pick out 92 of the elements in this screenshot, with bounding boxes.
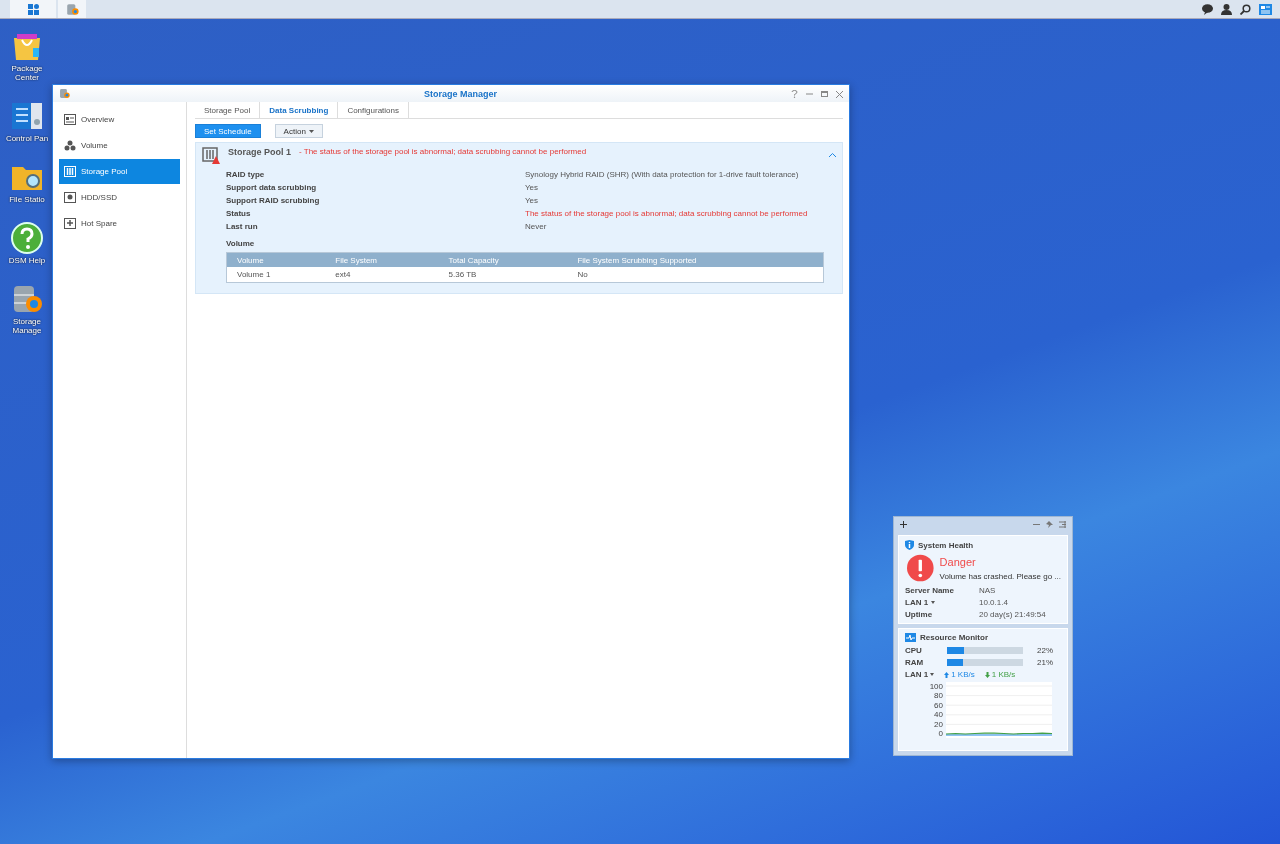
meter-reading: 21% xyxy=(1036,658,1054,667)
database-icon[interactable] xyxy=(11,283,43,315)
sidebar-item[interactable]: Overview xyxy=(59,107,180,132)
card-title: Resource Monitor xyxy=(920,633,988,642)
sidebar-item[interactable]: Volume xyxy=(59,133,180,158)
axis-tick-label: 80 xyxy=(933,691,943,701)
table-cell: 5.36 TB xyxy=(438,267,568,283)
info-value: 20 day(s) 21:49:54 xyxy=(979,610,1047,619)
pin-icon[interactable] xyxy=(1046,520,1053,528)
help-icon[interactable] xyxy=(11,222,43,254)
info-value: NAS xyxy=(979,586,997,595)
sidebar-item[interactable]: Hot Spare xyxy=(59,211,180,236)
property-value: Yes xyxy=(525,196,540,205)
hard-disk-icon xyxy=(64,192,76,203)
column-header: File System Scrubbing Supported xyxy=(567,252,824,267)
upload-speed: 1 KB/s xyxy=(951,670,975,679)
property-label: Support RAID scrubbing xyxy=(226,196,321,205)
chevron-up-icon[interactable] xyxy=(829,153,836,157)
desktop-icon-label[interactable]: Control Pan xyxy=(2,134,52,143)
taskbar-app-button[interactable] xyxy=(58,0,86,18)
add-icon[interactable] xyxy=(900,520,907,528)
drive-bays-icon xyxy=(64,166,76,177)
health-message: Volume has crashed. Please go ... xyxy=(939,571,1061,581)
maximize-icon[interactable] xyxy=(821,89,828,98)
window-title: Storage Manager xyxy=(423,88,498,99)
meter-label: CPU xyxy=(905,646,923,655)
upload-arrow-icon xyxy=(944,671,950,678)
action-button[interactable]: Action xyxy=(274,124,323,138)
meter-label: RAM xyxy=(905,658,925,667)
lan-label: LAN 1 xyxy=(905,670,929,679)
desktop-icon-label[interactable]: Package Center xyxy=(2,64,52,82)
sidebar-item[interactable]: HDD/SSD xyxy=(59,185,180,210)
property-label: Support data scrubbing xyxy=(226,183,318,192)
table-cell: No xyxy=(567,267,824,283)
caret-icon xyxy=(308,129,314,133)
alert-icon xyxy=(907,554,934,582)
control-panel-icon[interactable] xyxy=(11,100,43,132)
info-shield-icon xyxy=(905,540,914,550)
monitor-icon xyxy=(905,633,916,642)
table-cell: ext4 xyxy=(325,267,439,283)
info-label: Uptime xyxy=(905,610,933,619)
property-value: The status of the storage pool is abnormal; data scrubbing cannot be performed xyxy=(525,209,809,218)
column-header: File System xyxy=(325,252,439,267)
card-title: System Health xyxy=(918,540,974,550)
drive-bays-warning-icon xyxy=(202,147,220,164)
id-card-icon xyxy=(64,114,76,125)
table-cell: Volume 1 xyxy=(226,267,326,283)
axis-tick-label: 20 xyxy=(933,719,943,729)
caret-icon[interactable] xyxy=(930,673,935,676)
axis-tick-label: 60 xyxy=(933,700,943,710)
user-icon[interactable] xyxy=(1221,3,1232,15)
property-label: RAID type xyxy=(226,170,266,179)
close-icon[interactable] xyxy=(836,89,843,98)
column-header: Total Capacity xyxy=(438,252,568,267)
pool-name: Storage Pool 1 xyxy=(228,147,291,157)
tab[interactable]: Data Scrubbing xyxy=(260,102,339,118)
health-status: Danger xyxy=(939,555,977,568)
main-menu-button[interactable] xyxy=(10,0,56,18)
pool-warning: - The status of the storage pool is abnormal; data scrubbing cannot be performed xyxy=(299,147,587,156)
help-icon[interactable] xyxy=(791,89,798,98)
menu-icon[interactable] xyxy=(1059,520,1066,528)
section-heading: Volume xyxy=(226,239,256,248)
cubes-icon xyxy=(64,140,76,151)
plus-box-icon xyxy=(64,218,76,229)
axis-tick-label: 40 xyxy=(933,710,943,720)
caret-icon xyxy=(931,601,936,604)
property-value: Yes xyxy=(525,183,540,192)
meter-reading: 22% xyxy=(1036,646,1054,655)
desktop-icon-label[interactable]: File Statio xyxy=(2,195,52,204)
axis-tick-label: 0 xyxy=(937,728,943,738)
property-label: Status xyxy=(226,209,252,218)
column-header: Volume xyxy=(226,252,326,267)
property-value: Synology Hybrid RAID (SHR) (With data protection for 1-drive fault tolerance) xyxy=(525,170,800,179)
database-icon xyxy=(59,88,70,99)
info-label: Server Name xyxy=(905,586,954,595)
download-arrow-icon xyxy=(984,671,990,678)
desktop-icon-label[interactable]: DSM Help xyxy=(2,256,52,265)
database-icon xyxy=(65,2,79,16)
widgets-icon[interactable] xyxy=(1259,3,1272,15)
sidebar-item[interactable]: Storage Pool xyxy=(59,159,180,184)
property-label: Last run xyxy=(226,222,259,231)
tab[interactable]: Storage Pool xyxy=(195,102,261,118)
chat-icon[interactable] xyxy=(1202,3,1213,15)
tab[interactable]: Configurations xyxy=(338,102,409,118)
download-speed: 1 KB/s xyxy=(991,670,1016,679)
dropdown-button[interactable]: LAN 1 xyxy=(905,598,936,607)
info-value: 10.0.1.4 xyxy=(979,598,1009,607)
search-icon[interactable] xyxy=(1240,3,1251,15)
property-value: Never xyxy=(525,222,548,231)
axis-tick-label: 100 xyxy=(928,682,943,691)
grid-icon xyxy=(27,3,39,15)
desktop-icon-label[interactable]: Storage Manage xyxy=(2,317,52,335)
